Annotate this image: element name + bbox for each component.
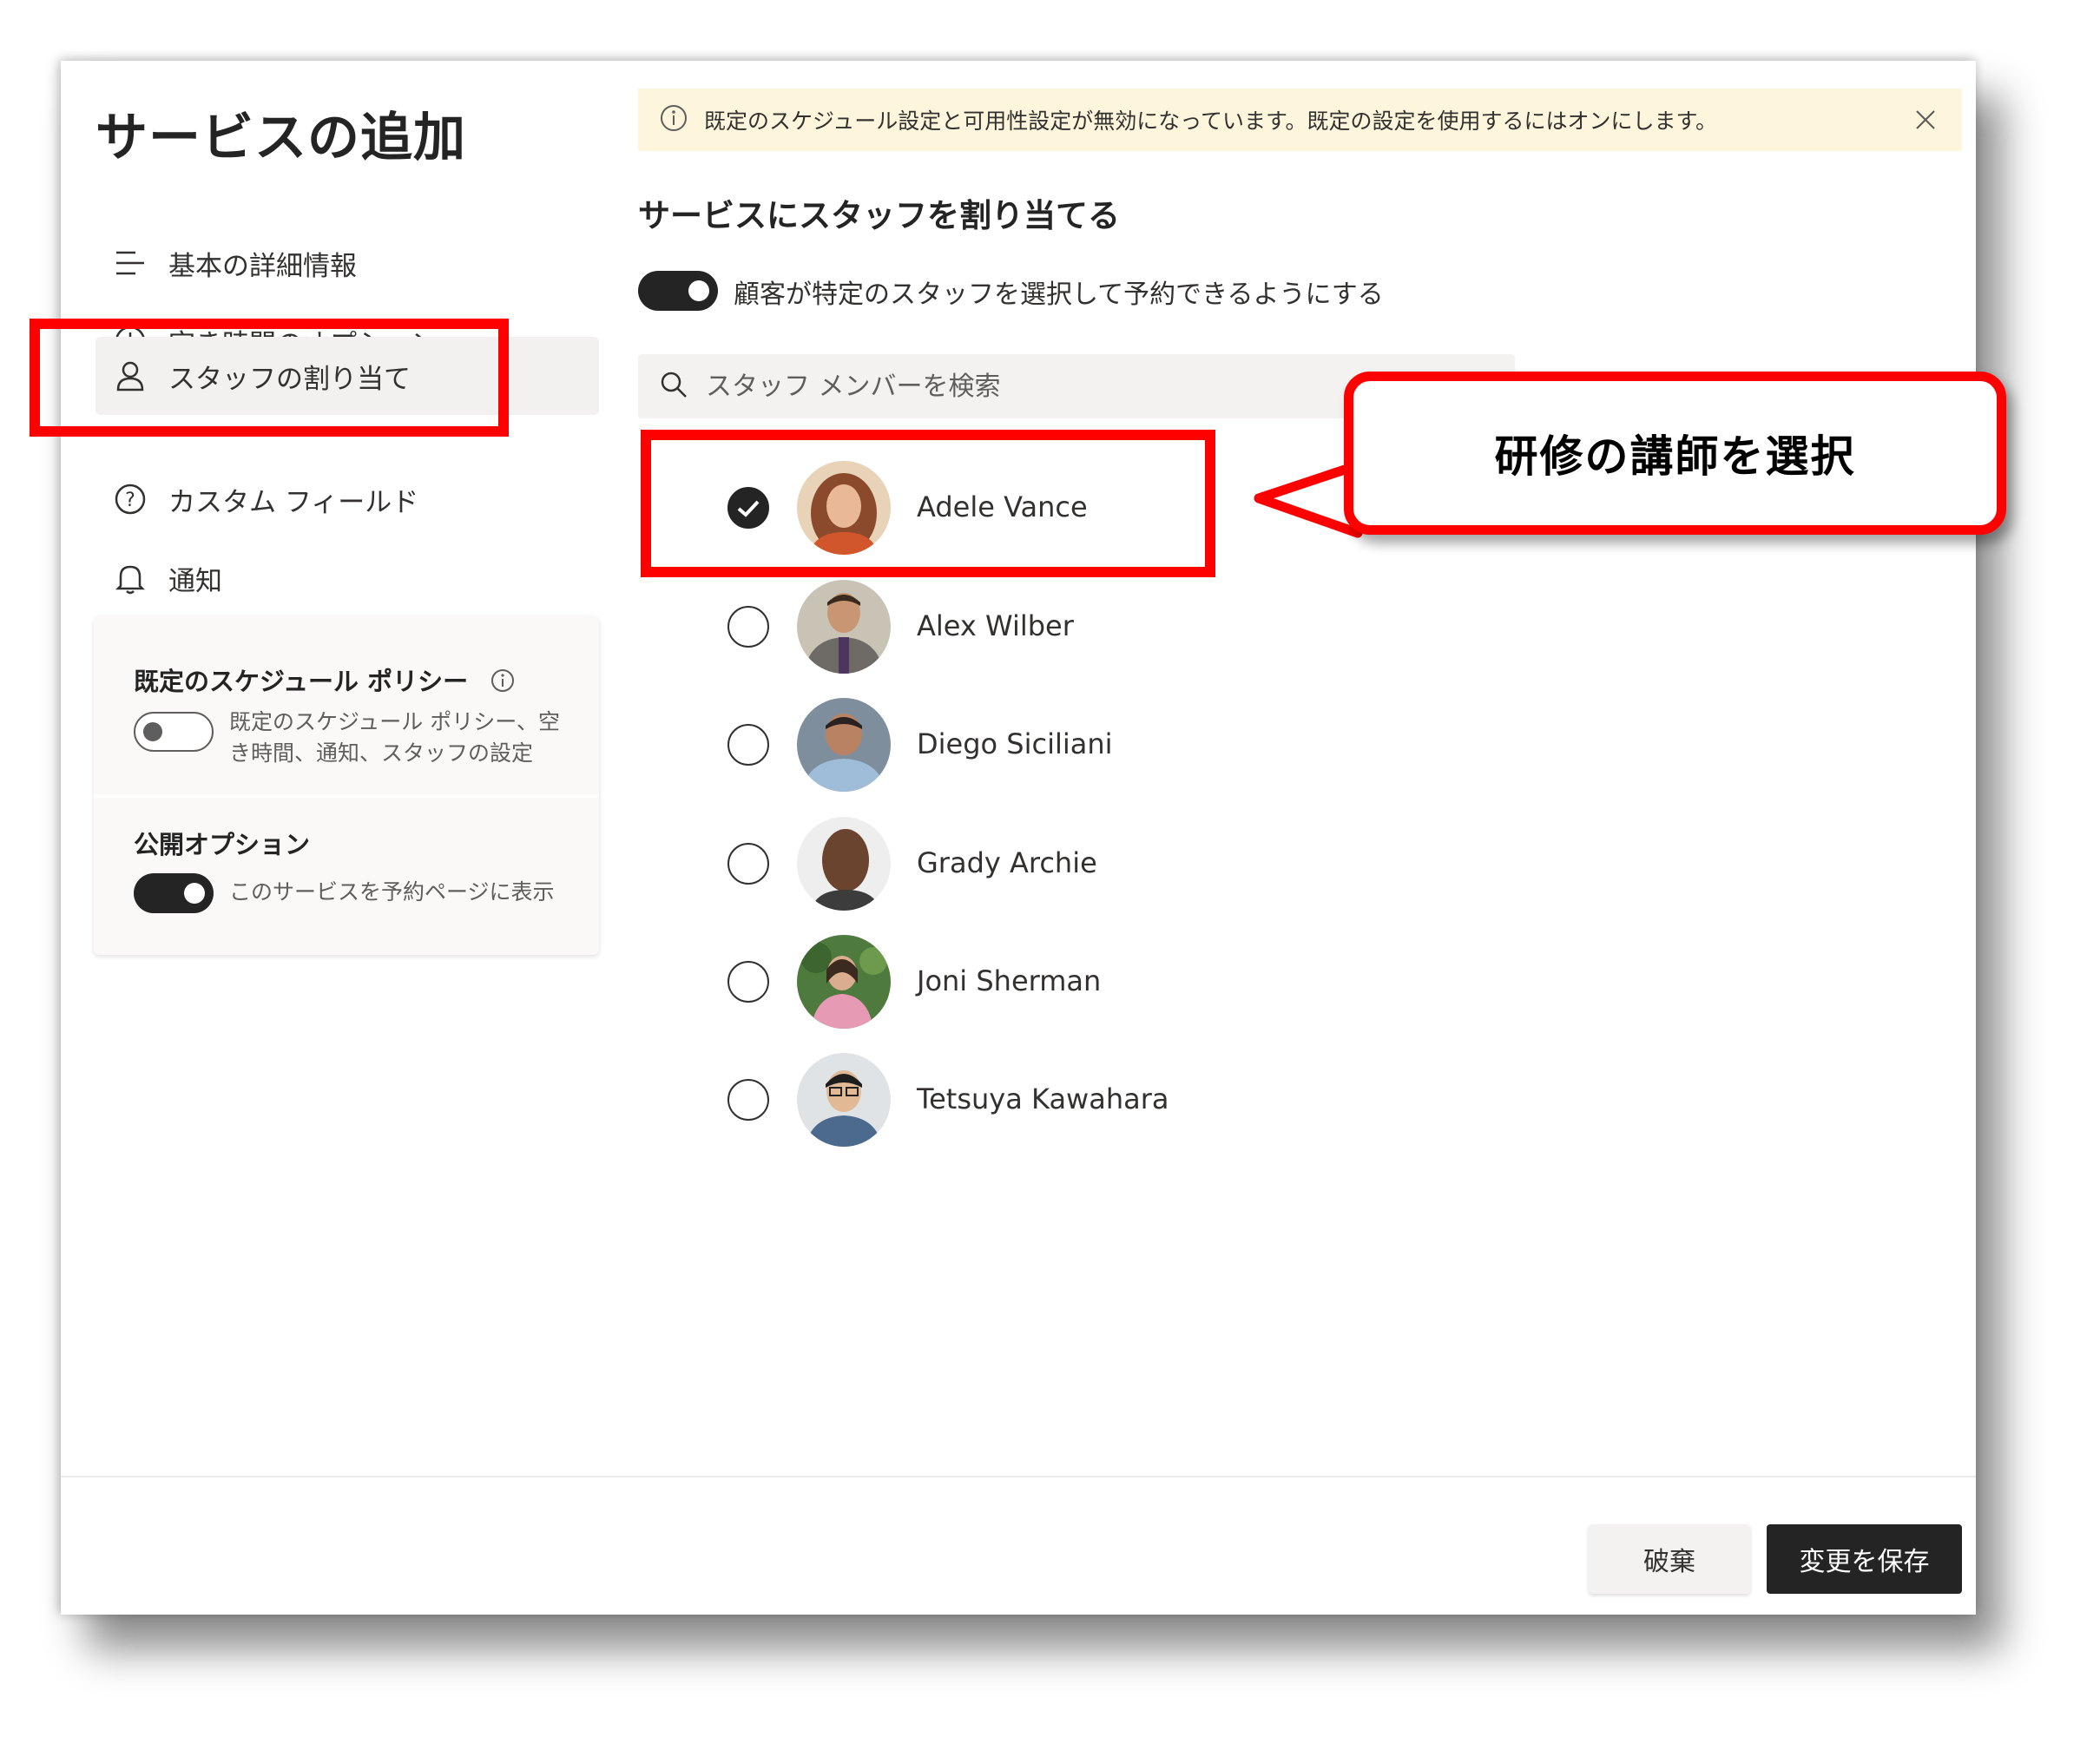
staff-row[interactable]: Grady Archie [668,812,1276,916]
nav-item-basic-details[interactable]: 基本の詳細情報 [95,224,599,302]
callout-text: 研修の講師を選択 [1494,431,1856,482]
policy-toggle-text: 既定のスケジュール ポリシー、空き時間、通知、スタッフの設定 [229,709,560,766]
publish-toggle[interactable] [134,873,214,913]
radio-button[interactable] [727,1079,769,1121]
publish-heading: 公開オプション [134,830,311,859]
save-button[interactable]: 変更を保存 [1767,1524,1962,1594]
nav-item-label: 通知 [168,565,222,597]
discard-button[interactable]: 破棄 [1589,1524,1750,1594]
radio-button[interactable] [727,961,769,1003]
policy-toggle[interactable] [134,712,214,752]
radio-button[interactable] [727,724,769,766]
question-icon: ? [113,482,148,516]
staff-row[interactable]: Alex Wilber [668,575,1276,679]
nav-item-label: 基本の詳細情報 [168,250,357,282]
staff-row[interactable]: Tetsuya Kawahara [668,1048,1276,1152]
bell-icon [113,561,148,595]
radio-button[interactable] [727,606,769,648]
page-title: サービスの追加 [95,108,466,168]
avatar [797,817,891,911]
staff-name: Tetsuya Kawahara [917,1082,1169,1115]
avatar [797,698,891,792]
add-service-dialog: サービスの追加 基本の詳細情報 空き時間のオプション スタッフの割り当て ? カ… [61,61,1976,1615]
nav-item-custom-fields[interactable]: ? カスタム フィールド [95,460,599,538]
radio-button[interactable] [727,843,769,885]
callout-box: 研修の講師を選択 [1344,372,2006,535]
info-icon[interactable] [490,668,515,699]
staff-name: Diego Siciliani [917,727,1113,760]
avatar [797,1053,891,1147]
staff-name: Joni Sherman [917,964,1102,997]
avatar [797,935,891,1029]
staff-name: Grady Archie [917,846,1097,879]
info-banner: 既定のスケジュール設定と可用性設定が無効になっています。既定の設定を使用するには… [638,89,1962,151]
card-divider [94,794,599,798]
policy-heading: 既定のスケジュール ポリシー [134,661,515,699]
settings-card: 既定のスケジュール ポリシー 既定のスケジュール ポリシー、空き時間、通知、スタ… [94,616,599,955]
staff-row[interactable]: Joni Sherman [668,930,1276,1034]
close-icon[interactable] [1910,104,1941,135]
list-icon [113,246,148,280]
section-title: サービスにスタッフを割り当てる [638,197,1120,234]
search-icon [659,370,688,403]
publish-toggle-text: このサービスを予約ページに表示 [229,879,555,905]
nav-item-notifications[interactable]: 通知 [95,539,599,617]
highlight-box-nav [30,319,509,437]
highlight-box-staff [641,430,1215,577]
staff-name: Alex Wilber [917,609,1074,642]
nav-item-label: カスタム フィールド [168,486,419,518]
allow-staff-select-label: 顧客が特定のスタッフを選択して予約できるようにする [734,280,1384,310]
allow-staff-select-toggle[interactable] [638,271,718,311]
svg-text:?: ? [125,490,135,511]
staff-row[interactable]: Diego Siciliani [668,693,1276,797]
avatar [797,580,891,674]
banner-message: 既定のスケジュール設定と可用性設定が無効になっています。既定の設定を使用するには… [704,109,1718,134]
info-icon [659,103,688,136]
footer-divider [61,1476,1976,1477]
